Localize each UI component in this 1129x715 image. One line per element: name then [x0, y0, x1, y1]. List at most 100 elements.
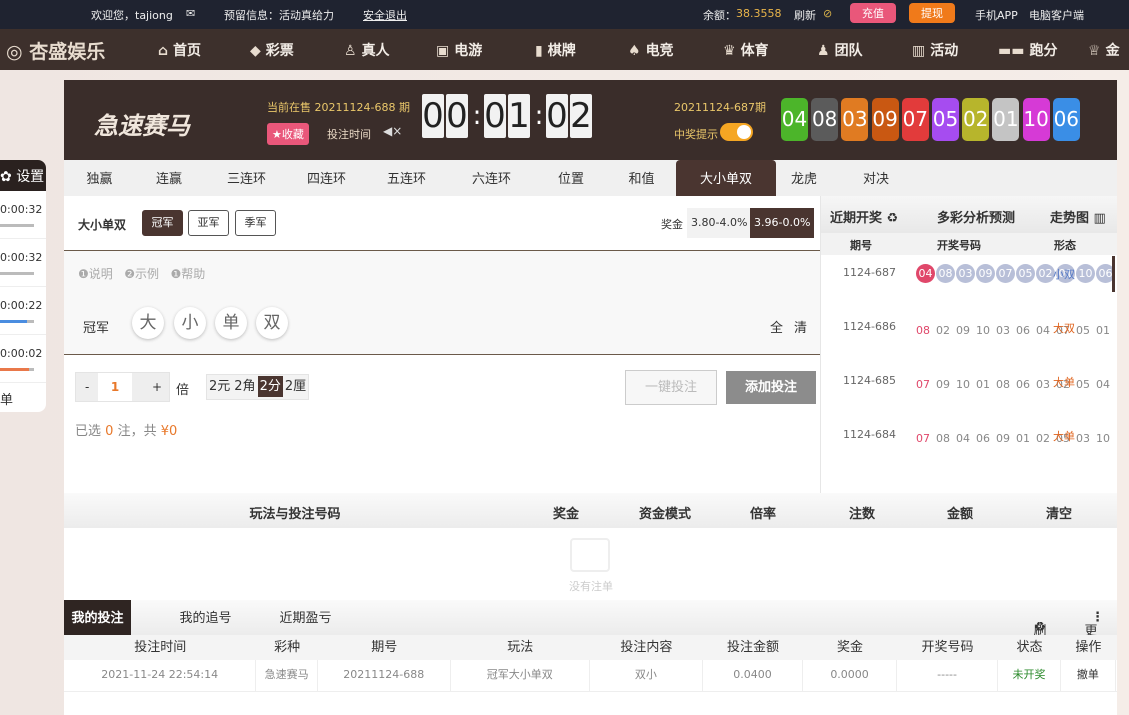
- nav-slots[interactable]: ▣ 电游: [436, 40, 482, 60]
- unit-jiao[interactable]: 2角: [232, 379, 257, 394]
- unit-li[interactable]: 2厘: [283, 379, 308, 394]
- trend-chart-link[interactable]: 走势图 ▥: [1050, 207, 1106, 226]
- info-help[interactable]: ❶说明 ❷示例 ❶帮助: [78, 265, 205, 282]
- bet-time-label: 投注时间: [327, 128, 371, 141]
- scrollbar[interactable]: [1112, 256, 1115, 292]
- nav-label: 团队: [834, 43, 863, 59]
- pc-client-link[interactable]: 电脑客户端: [1029, 7, 1084, 23]
- col-header: 玩法: [507, 640, 534, 655]
- prize-option-active[interactable]: 3.96-0.0%: [750, 208, 815, 238]
- quick-bet-button[interactable]: 一键投注: [625, 370, 717, 405]
- help-icon: ❶: [170, 267, 182, 281]
- withdraw-button[interactable]: 提现: [909, 3, 955, 23]
- logout-link[interactable]: 安全退出: [363, 7, 407, 23]
- tab-my-bets[interactable]: 我的投注: [64, 600, 131, 635]
- position-first[interactable]: 冠军: [142, 210, 183, 236]
- clear-cart-button[interactable]: 清空: [1046, 503, 1072, 522]
- eye-hide-icon[interactable]: ⊘: [823, 7, 832, 20]
- main-nav: ◎ 杏盛娱乐 ⌂ 首页 ◆ 彩票 ♙ 真人 ▣ 电游 ▮ 棋牌 ♠ 电竞 ♛ 体育 ♟ 团队 ▥…: [0, 29, 1129, 70]
- nav-activity[interactable]: ▥ 活动: [912, 40, 958, 60]
- side-bottom-item[interactable]: 单: [0, 383, 46, 408]
- draw-number: 05: [1016, 264, 1035, 283]
- nav-sports[interactable]: ♛ 体育: [723, 40, 769, 60]
- tab-recent-pnl[interactable]: 近期盈亏: [268, 600, 343, 635]
- tab-play[interactable]: 五连环: [374, 160, 439, 196]
- choice-big[interactable]: 大: [132, 307, 164, 339]
- add-bet-button[interactable]: 添加投注: [726, 371, 816, 404]
- col-amount: 金额: [946, 507, 974, 522]
- play-tabs: 独赢 连赢 三连环 四连环 五连环 六连环 位置 和值 大小单双 龙虎 对决: [64, 160, 1117, 196]
- side-timer-panel: ✿ 设置 0:00:32 0:00:32 0:00:22 0:00:02 单: [0, 160, 46, 412]
- mail-icon[interactable]: ✉: [186, 7, 195, 20]
- settings-button[interactable]: ✿ 设置: [0, 160, 46, 191]
- mute-icon[interactable]: ◀×: [383, 124, 402, 138]
- multiple-unit: 倍: [176, 383, 190, 398]
- tab-play[interactable]: 六连环: [459, 160, 524, 196]
- choice-small[interactable]: 小: [174, 307, 206, 339]
- mobile-app-link[interactable]: 手机APP: [975, 7, 1018, 23]
- tab-play[interactable]: 三连环: [214, 160, 279, 196]
- tab-play[interactable]: 位置: [546, 160, 596, 196]
- recent-draws-tab[interactable]: 近期开奖 ♻: [830, 207, 898, 226]
- current-period: 当前在售 20211124-688 期: [267, 101, 410, 114]
- bet-cell: 急速赛马: [256, 660, 318, 691]
- cancel-bet-button[interactable]: 撤单: [1061, 660, 1117, 691]
- bets-table-header: 投注时间 彩种 期号 玩法 投注内容 投注金额 奖金 开奖号码 状态 操作: [64, 635, 1117, 660]
- nav-home[interactable]: ⌂ 首页: [158, 40, 201, 60]
- favorite-button[interactable]: ★收藏: [267, 123, 309, 145]
- choice-even[interactable]: 双: [256, 307, 288, 339]
- tab-play[interactable]: 大小单双: [676, 160, 776, 196]
- position-third[interactable]: 季军: [235, 210, 276, 236]
- nav-lottery[interactable]: ◆ 彩票: [250, 40, 294, 60]
- tab-play[interactable]: 和值: [614, 160, 669, 196]
- tab-my-chase[interactable]: 我的追号: [172, 600, 239, 635]
- win-notice-toggle[interactable]: [720, 123, 753, 141]
- nav-esports[interactable]: ♠ 电竞: [628, 40, 674, 60]
- nav-gold[interactable]: ♕ 金: [1088, 40, 1120, 60]
- draw-number: 04: [956, 432, 970, 445]
- plus-button[interactable]: +: [152, 380, 162, 394]
- timer-item[interactable]: 0:00:02: [0, 335, 46, 383]
- refresh-balance[interactable]: 刷新: [794, 7, 816, 23]
- unit-fen[interactable]: 2分: [257, 376, 283, 397]
- choice-odd[interactable]: 单: [215, 307, 247, 339]
- multiple-input[interactable]: 1: [98, 373, 132, 401]
- nav-run[interactable]: ▬▬ 跑分: [998, 40, 1057, 60]
- timer-item[interactable]: 0:00:32: [0, 191, 46, 239]
- position-second[interactable]: 亚军: [188, 210, 229, 236]
- more-button[interactable]: 更多⋮: [1084, 610, 1104, 658]
- cart-empty: 没有注单: [64, 528, 1117, 600]
- nav-live[interactable]: ♙ 真人: [344, 40, 390, 60]
- tab-play[interactable]: 独赢: [72, 160, 127, 196]
- result-ball: 02: [962, 98, 990, 141]
- recent-row: 1124-684 07 08 04 06 09 01 02 05 03 10 大单: [821, 417, 1117, 471]
- bets-tabs: 我的投注 我的追号 近期盈亏 ♻ 刷新 更多⋮: [64, 600, 1117, 658]
- tab-play[interactable]: 连赢: [144, 160, 194, 196]
- timer-item[interactable]: 0:00:32: [0, 239, 46, 287]
- multiple-stepper: - 1 +: [75, 372, 170, 402]
- prize-option[interactable]: 3.80-4.0%: [687, 208, 752, 238]
- gold-icon: ♕: [1088, 43, 1101, 59]
- tab-play[interactable]: 对决: [846, 160, 906, 196]
- brand-logo[interactable]: ◎ 杏盛娱乐: [6, 37, 105, 64]
- select-all-button[interactable]: 全: [770, 317, 783, 336]
- timer-item[interactable]: 0:00:22: [0, 287, 46, 335]
- minus-button[interactable]: -: [85, 380, 89, 394]
- tab-play[interactable]: 龙虎: [779, 160, 829, 196]
- draw-number: 04: [1096, 378, 1110, 391]
- recharge-button[interactable]: 充值: [850, 3, 896, 23]
- draw-number: 10: [976, 324, 990, 337]
- analysis-tab[interactable]: 多彩分析预测: [937, 207, 1015, 226]
- person-icon: ♙: [344, 43, 357, 59]
- col-header: 投注时间: [134, 640, 187, 655]
- nav-cards[interactable]: ▮ 棋牌: [535, 40, 576, 60]
- draw-numbers: 04 08 03 09 07 05 02 01 10 06: [916, 263, 1115, 285]
- draw-number: 07: [916, 378, 930, 391]
- nav-team[interactable]: ♟ 团队: [817, 40, 863, 60]
- truck-icon: ▬▬: [998, 43, 1025, 59]
- draw-period: 1124-686: [843, 320, 896, 333]
- draw-number: 03: [956, 264, 975, 283]
- unit-yuan[interactable]: 2元: [207, 379, 232, 394]
- tab-play[interactable]: 四连环: [294, 160, 359, 196]
- clear-button[interactable]: 清: [794, 317, 807, 336]
